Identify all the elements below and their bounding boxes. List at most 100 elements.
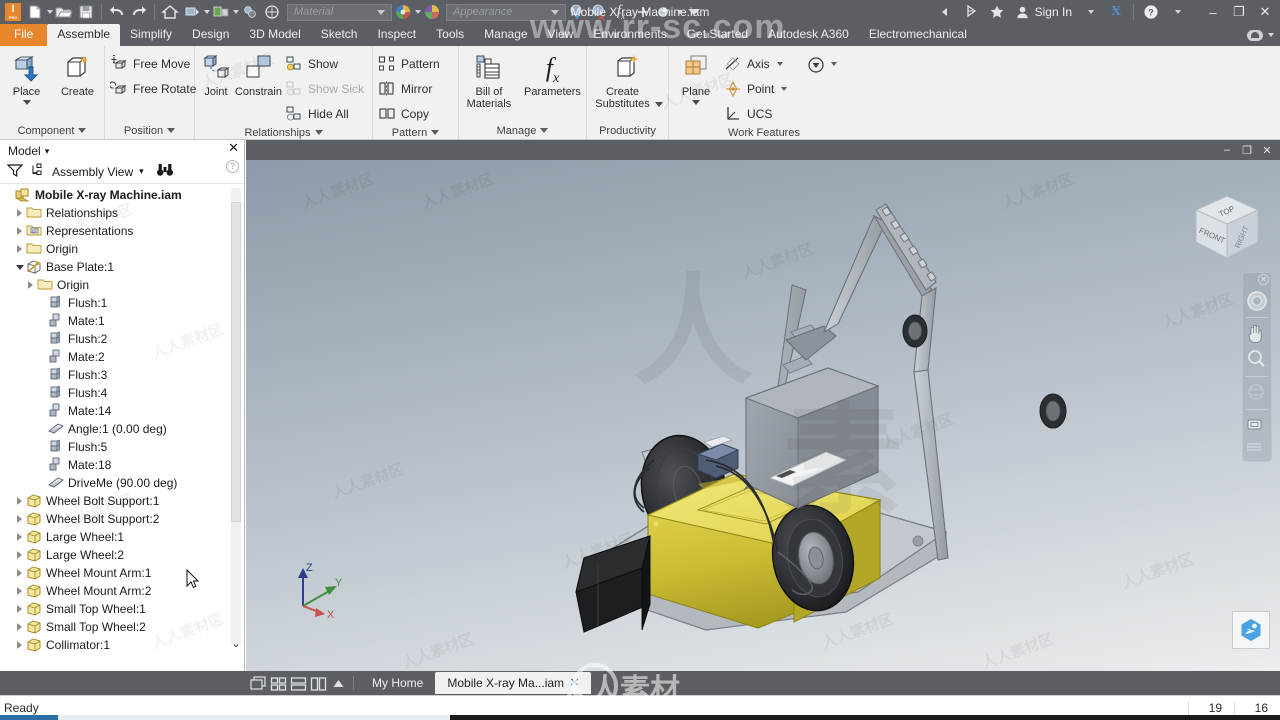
work-plane-button[interactable]: Plane	[671, 50, 721, 107]
tree-node[interactable]: Angle:1 (0.00 deg)	[0, 420, 244, 438]
panel-expand-icon[interactable]	[78, 128, 87, 133]
tree-node[interactable]: Wheel Bolt Support:2	[0, 510, 244, 528]
tree-expander-collapsed-icon[interactable]	[13, 600, 26, 618]
appearance-sphere-icon[interactable]	[261, 1, 283, 23]
tile-vertical-icon[interactable]	[310, 676, 327, 691]
restore-button[interactable]: ❐	[1226, 0, 1252, 24]
tab-sketch[interactable]: Sketch	[311, 24, 368, 46]
redo-icon[interactable]	[128, 1, 150, 23]
tree-scroll-thumb[interactable]	[231, 202, 241, 522]
appearance-wheel-icon[interactable]	[421, 1, 443, 23]
browser-close-button[interactable]: ✕	[228, 141, 239, 154]
tree-node[interactable]: Large Wheel:1	[0, 528, 244, 546]
panel-expand-icon[interactable]	[540, 128, 549, 133]
tree-expander-collapsed-icon[interactable]	[24, 276, 37, 294]
tab-autodesk-a360[interactable]: Autodesk A360	[758, 24, 859, 46]
joint-button[interactable]: Joint	[197, 50, 235, 100]
cloud-status-icon[interactable]	[1247, 29, 1263, 41]
share-icon[interactable]	[958, 0, 984, 24]
create-substitutes-button[interactable]: Create Substitutes	[593, 50, 663, 112]
return-icon[interactable]	[181, 1, 203, 23]
graphics-viewport[interactable]: – ❐ ✕ Z Y X TOP FRONT RIGHT ✕ 人	[246, 140, 1280, 675]
panel-expand-icon[interactable]	[167, 128, 176, 133]
panel-expand-icon[interactable]	[314, 130, 323, 135]
look-at-camera-icon[interactable]	[1245, 414, 1269, 438]
view-cube[interactable]: TOP FRONT RIGHT	[1184, 188, 1270, 274]
browser-title-caret-icon[interactable]: ▾	[45, 146, 50, 157]
select-icon[interactable]	[239, 1, 261, 23]
navigation-close-icon[interactable]: ✕	[1258, 274, 1269, 285]
navigation-bar[interactable]: ✕	[1242, 272, 1272, 462]
mirror-button[interactable]: Mirror	[375, 77, 446, 101]
qat-overflow-icon[interactable]	[683, 1, 705, 23]
viewport-close-button[interactable]: ✕	[1258, 141, 1276, 159]
favorites-star-icon[interactable]	[984, 0, 1010, 24]
binoculars-find-icon[interactable]	[156, 163, 174, 180]
tree-expander-collapsed-icon[interactable]	[13, 582, 26, 600]
work-axis-dropdown-icon[interactable]	[776, 62, 783, 66]
minimize-button[interactable]: –	[1200, 0, 1226, 24]
tree-node[interactable]: Origin	[0, 276, 244, 294]
parameters-fx-icon[interactable]: fx	[610, 1, 632, 23]
save-icon[interactable]	[75, 1, 97, 23]
tree-node[interactable]: DriveMe (90.00 deg)	[0, 474, 244, 492]
parameters-button[interactable]: fx Parameters	[521, 50, 584, 100]
tree-expander-collapsed-icon[interactable]	[13, 546, 26, 564]
doc-tab-my-home[interactable]: My Home	[360, 672, 435, 694]
tree-expander-expanded-icon[interactable]	[13, 258, 26, 276]
cascade-windows-icon[interactable]	[250, 675, 267, 691]
appearance-override-icon[interactable]	[654, 1, 676, 23]
nav-settings-icon[interactable]	[1245, 440, 1269, 461]
work-plane-dropdown-icon[interactable]	[692, 100, 700, 105]
tree-expander-collapsed-icon[interactable]	[13, 636, 26, 654]
tree-node[interactable]: Flush:5	[0, 438, 244, 456]
tree-node[interactable]: Collimator:1	[0, 636, 244, 654]
hide-all-button[interactable]: Hide All	[282, 102, 370, 126]
tree-node[interactable]: Large Wheel:2	[0, 546, 244, 564]
tab-simplify[interactable]: Simplify	[120, 24, 182, 46]
free-move-button[interactable]: Free Move	[107, 52, 202, 76]
orbit-icon[interactable]	[1245, 381, 1269, 405]
tree-expander-collapsed-icon[interactable]	[13, 204, 26, 222]
sign-in-button[interactable]: Sign In	[1010, 0, 1077, 24]
tree-node[interactable]: Wheel Mount Arm:2	[0, 582, 244, 600]
clear-appearance-icon[interactable]	[588, 1, 610, 23]
appearance-dropdown[interactable]: Appearance	[446, 3, 566, 21]
tab-inspect[interactable]: Inspect	[367, 24, 426, 46]
tree-node[interactable]: Small Top Wheel:1	[0, 600, 244, 618]
add-icon[interactable]	[632, 1, 654, 23]
tile-horizontal-icon[interactable]	[290, 676, 307, 691]
show-sick-button[interactable]: Show Sick	[282, 77, 370, 101]
copy-button[interactable]: Copy	[375, 102, 446, 126]
work-point-button[interactable]: Point	[721, 77, 793, 101]
tree-node[interactable]: Wheel Bolt Support:1	[0, 492, 244, 510]
zoom-magnifier-icon[interactable]	[1245, 348, 1269, 372]
filter-funnel-icon[interactable]	[6, 163, 24, 181]
help-dropdown-icon[interactable]	[1164, 0, 1190, 24]
free-rotate-button[interactable]: Free Rotate	[107, 77, 202, 101]
material-color-wheel-icon[interactable]	[392, 1, 414, 23]
pan-hand-icon[interactable]	[1245, 322, 1269, 346]
tab-assemble[interactable]: Assemble	[47, 24, 121, 46]
tab-tools[interactable]: Tools	[426, 24, 474, 46]
tab-environments[interactable]: Environments	[583, 24, 676, 46]
cloud-dropdown-icon[interactable]	[1268, 33, 1274, 37]
tree-node[interactable]: Flush:1	[0, 294, 244, 312]
autodesk-a360-share-button[interactable]	[1232, 611, 1270, 649]
tree-expander-collapsed-icon[interactable]	[13, 618, 26, 636]
browser-help-icon[interactable]: ?	[226, 160, 239, 173]
create-component-button[interactable]: Create	[53, 50, 102, 100]
place-component-dropdown-icon[interactable]	[22, 100, 31, 105]
work-point-dropdown-icon[interactable]	[781, 87, 788, 91]
tree-node[interactable]: Relationships	[0, 204, 244, 222]
tile-windows-icon[interactable]	[270, 676, 287, 691]
tab-file[interactable]: File	[0, 24, 48, 46]
expand-tabs-icon[interactable]	[330, 676, 347, 691]
tab-get-started[interactable]: Get Started	[677, 24, 758, 46]
doc-tab-mobile-xray[interactable]: Mobile X-ray Ma...iam ✕	[435, 672, 592, 694]
tree-node[interactable]: Mate:14	[0, 402, 244, 420]
exchange-app-icon[interactable]: Ӿ	[1103, 0, 1129, 24]
tree-node[interactable]: Mobile X-ray Machine.iam	[0, 186, 244, 204]
tree-scroll-down-button[interactable]: ⌄	[231, 637, 241, 650]
adjust-appearance-icon[interactable]	[566, 1, 588, 23]
